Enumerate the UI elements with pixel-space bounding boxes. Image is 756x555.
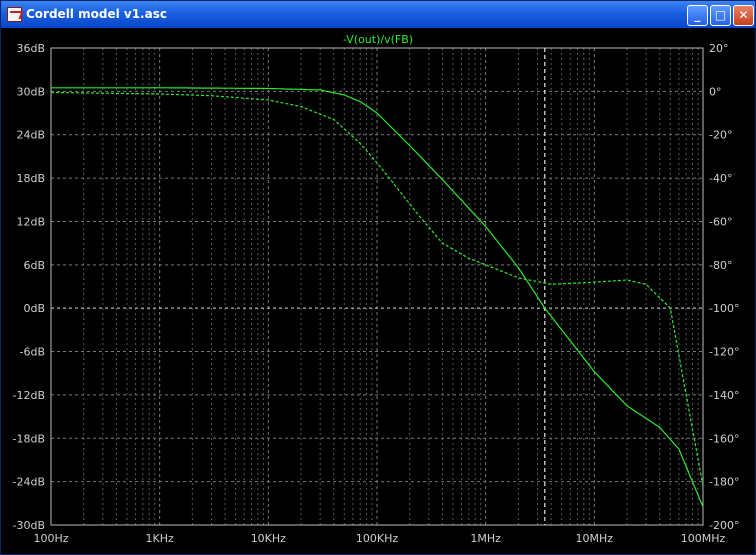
- y-tick-label: -24dB: [13, 476, 46, 489]
- maximize-button[interactable]: □: [710, 5, 731, 26]
- y-tick-label: 36dB: [16, 42, 45, 55]
- y2-tick-label: -80°: [709, 259, 732, 272]
- x-tick-label: 100KHz: [356, 532, 398, 545]
- window-title: Cordell model v1.asc: [26, 7, 167, 21]
- y2-tick-label: -60°: [709, 215, 732, 228]
- x-tick-label: 100MHz: [681, 532, 726, 545]
- plot-area[interactable]: 100Hz 1KHz 10KHz 100KHz 1MHz 10MHz 100MHz -30dB…: [1, 28, 755, 554]
- y-tick-label: 0dB: [23, 302, 45, 315]
- y-tick-label: 24dB: [16, 129, 45, 142]
- y-tick-label: 30dB: [16, 85, 45, 98]
- y2-tick-label: 20°: [709, 42, 729, 55]
- y-tick-label: -18dB: [13, 432, 46, 445]
- y2-tick-label: -200°: [709, 519, 739, 532]
- y-tick-label: -6dB: [20, 346, 46, 359]
- label-layer: 100Hz 1KHz 10KHz 100KHz 1MHz 10MHz 100MHz -30dB…: [13, 42, 740, 545]
- y2-tick-label: -180°: [709, 476, 739, 489]
- y-tick-label: 18dB: [16, 172, 45, 185]
- x-tick-label: 10KHz: [251, 532, 286, 545]
- grid-layer: [50, 47, 704, 526]
- y-tick-label: -12dB: [13, 389, 46, 402]
- y2-tick-label: -140°: [709, 389, 739, 402]
- y2-tick-label: -20°: [709, 129, 732, 142]
- y-tick-label: 6dB: [23, 259, 45, 272]
- waveform-app-icon: [7, 7, 22, 22]
- close-button[interactable]: ✕: [733, 5, 754, 26]
- y2-tick-label: -160°: [709, 432, 739, 445]
- trace-label[interactable]: -V(out)/v(FB): [343, 33, 413, 46]
- y-tick-label: 12dB: [16, 215, 45, 228]
- minimize-button[interactable]: _: [687, 5, 708, 26]
- y2-tick-label: -120°: [709, 346, 739, 359]
- bode-plot[interactable]: 100Hz 1KHz 10KHz 100KHz 1MHz 10MHz 100MHz -30dB…: [1, 28, 755, 554]
- x-tick-label: 1MHz: [470, 532, 501, 545]
- y2-tick-label: 0°: [709, 85, 722, 98]
- y2-tick-label: -100°: [709, 302, 739, 315]
- title-bar[interactable]: Cordell model v1.asc _ □ ✕: [1, 1, 755, 28]
- y2-tick-label: -40°: [709, 172, 732, 185]
- x-tick-label: 1KHz: [146, 532, 174, 545]
- app-window: Cordell model v1.asc _ □ ✕ 100Hz 1KHz 10KH…: [0, 0, 756, 555]
- y-tick-label: -30dB: [13, 519, 46, 532]
- x-tick-label: 10MHz: [576, 532, 614, 545]
- x-tick-label: 100Hz: [33, 532, 68, 545]
